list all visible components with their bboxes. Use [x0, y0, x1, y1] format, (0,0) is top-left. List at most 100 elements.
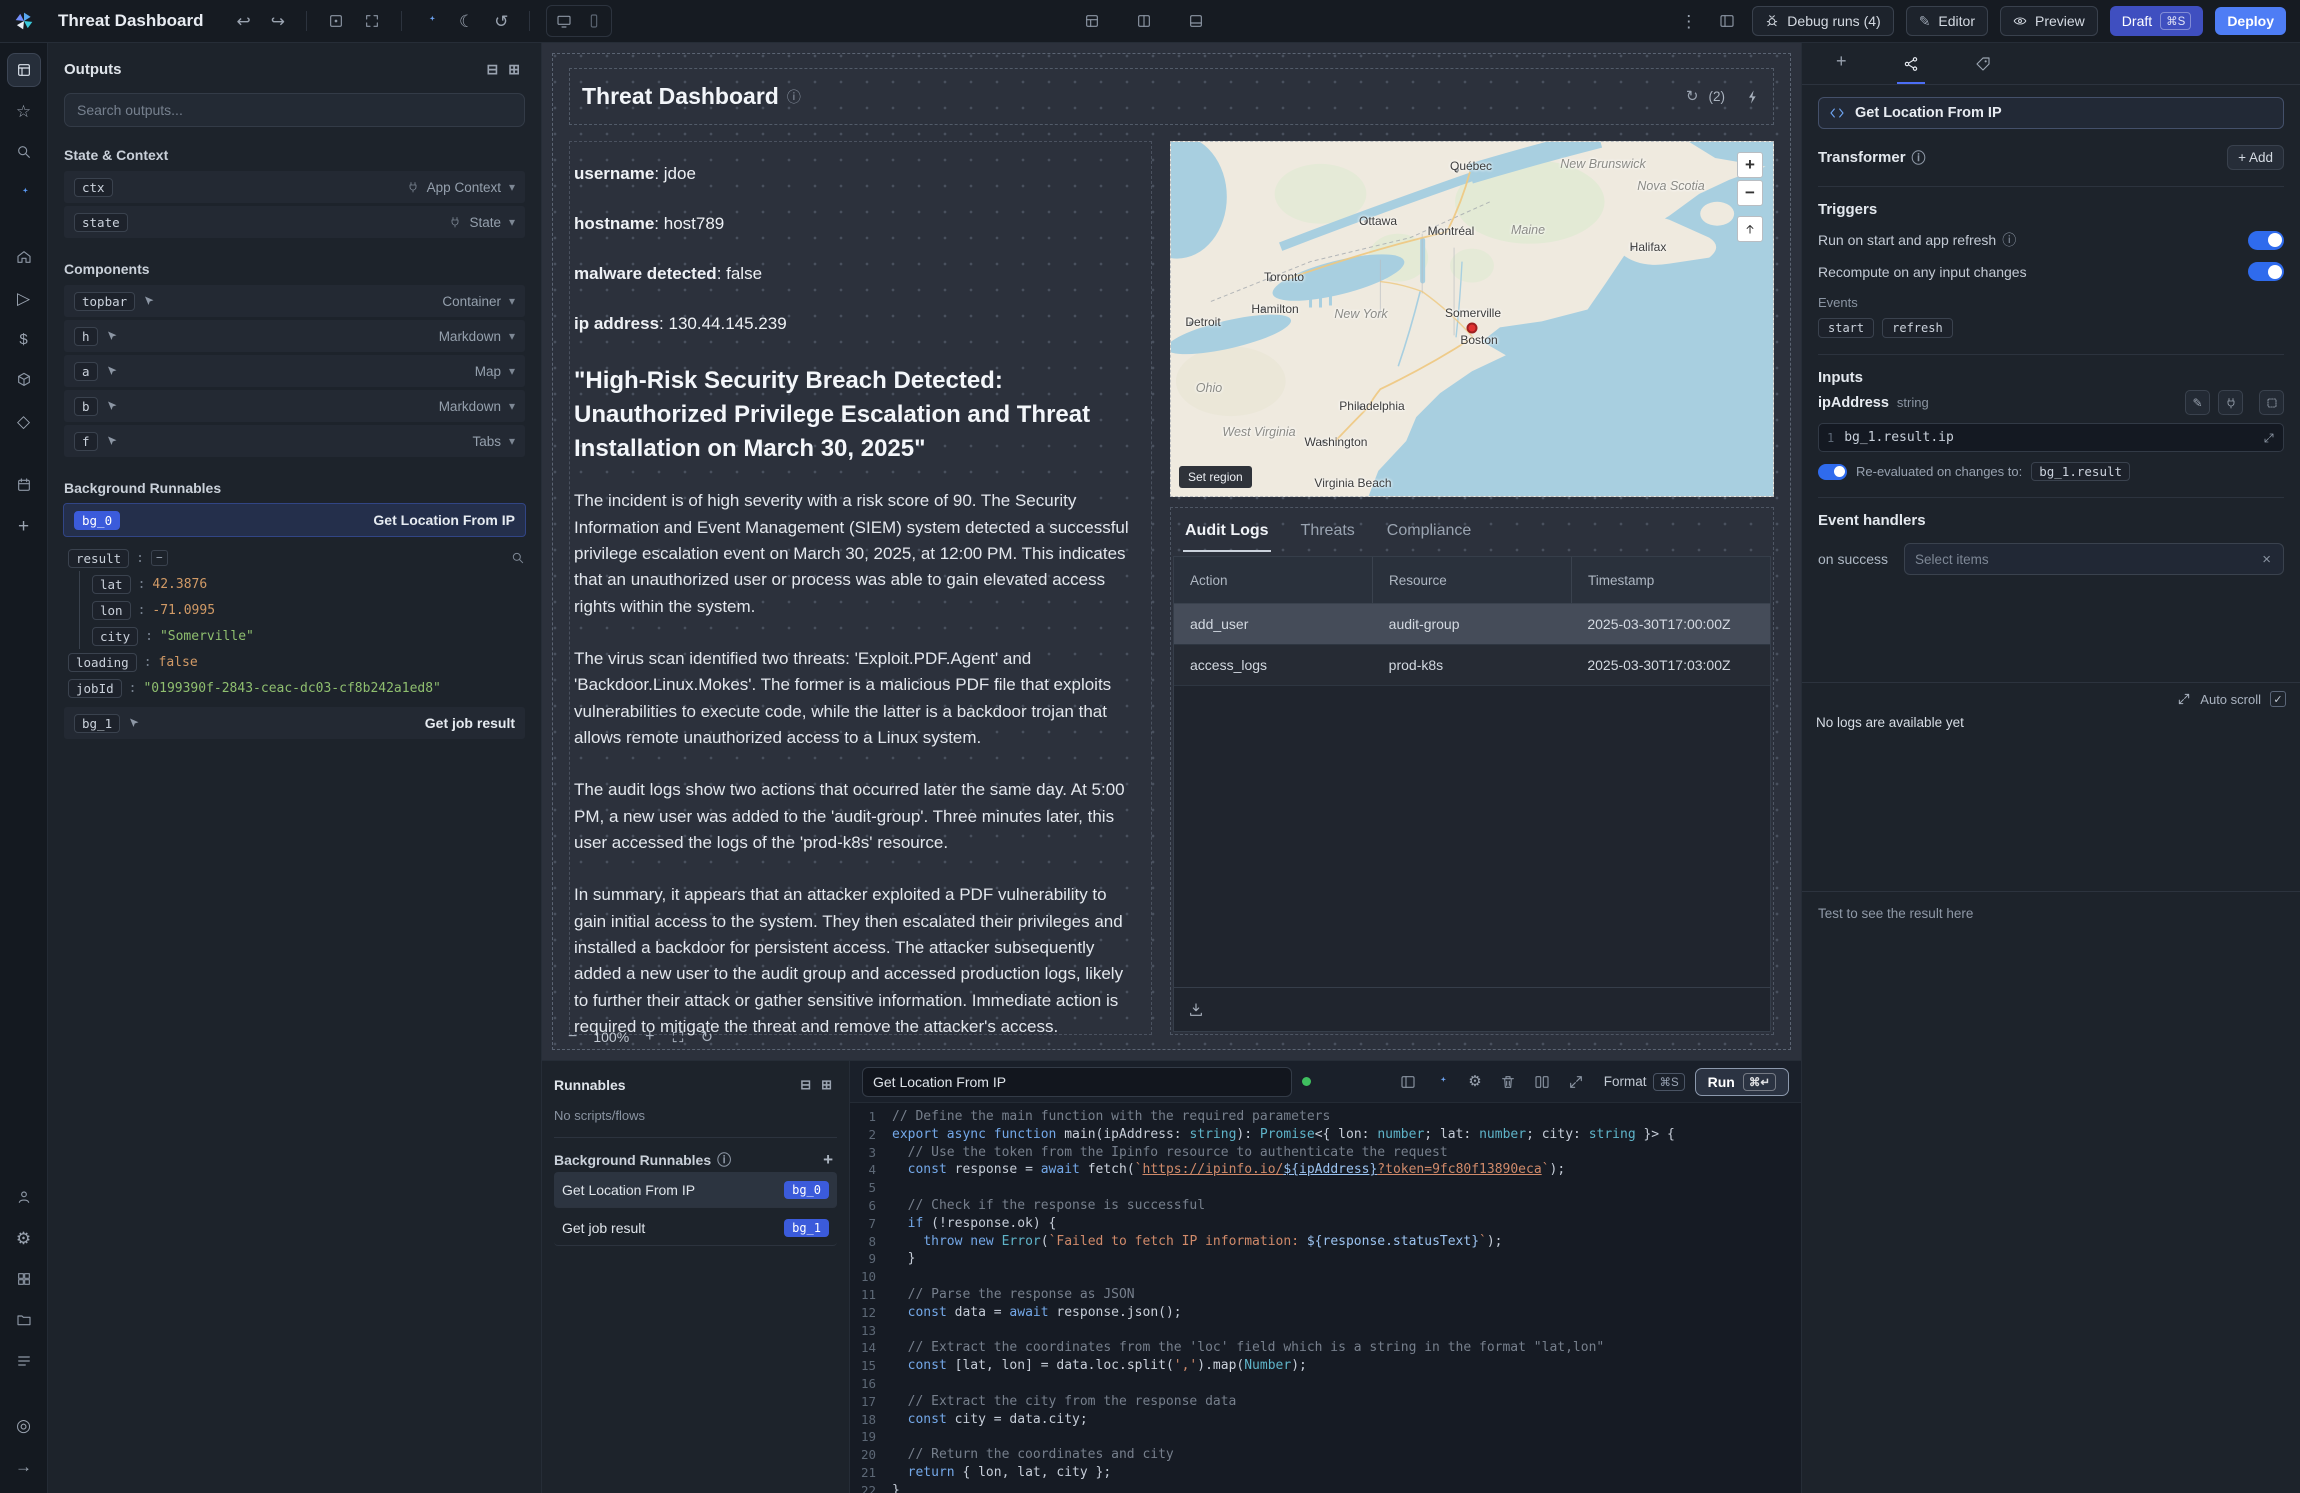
desktop-icon[interactable] [551, 8, 577, 34]
tab-compliance[interactable]: Compliance [1385, 516, 1473, 552]
mouse-pointer-icon[interactable] [106, 400, 118, 412]
mouse-pointer-icon[interactable] [106, 435, 118, 447]
magic-wand-icon[interactable] [418, 8, 444, 34]
recompute-toggle[interactable] [2248, 262, 2284, 281]
map-zoom-out-button[interactable]: − [1737, 180, 1763, 206]
tab-insert[interactable]: + [1830, 52, 1853, 84]
map-fit-button[interactable] [1737, 216, 1763, 242]
code-line[interactable]: 21 return { lon, lat, city }; [850, 1464, 1801, 1482]
reeval-toggle[interactable] [1818, 464, 1847, 480]
diff-icon[interactable] [1530, 1070, 1554, 1094]
reeval-dependency-chip[interactable]: bg_1.result [2031, 462, 2130, 481]
add-runnable-button[interactable]: + [819, 1150, 837, 1170]
code-line[interactable]: 15 const [lat, lon] = data.loc.split(','… [850, 1357, 1801, 1375]
mouse-pointer-icon[interactable] [143, 295, 155, 307]
rail-settings-icon[interactable]: ⚙ [7, 1221, 41, 1255]
run-button[interactable]: Run ⌘↵ [1695, 1068, 1789, 1096]
rail-folders-icon[interactable] [7, 1303, 41, 1337]
grid-layout-icon[interactable] [1079, 8, 1105, 34]
code-line[interactable]: 2 export async function main(ipAddress: … [850, 1126, 1801, 1144]
ai-assistant-icon[interactable] [1430, 1070, 1454, 1094]
library-icon[interactable] [1396, 1070, 1420, 1094]
selected-component-box[interactable]: Get Location From IP [1818, 97, 2284, 129]
rail-home-icon[interactable] [7, 240, 41, 274]
runnable-name-input[interactable] [862, 1067, 1292, 1097]
split-layout-icon[interactable] [1131, 8, 1157, 34]
run-on-start-toggle[interactable] [2248, 231, 2284, 250]
draft-button[interactable]: Draft ⌘S [2110, 6, 2204, 36]
column-header-action[interactable]: Action [1174, 557, 1372, 603]
collapse-all-icon[interactable]: ⊟ [482, 57, 504, 81]
outputs-search-input[interactable] [64, 93, 525, 127]
dock-panel-icon[interactable]: ⊟ [795, 1073, 816, 1096]
panel-layout-icon[interactable] [1183, 8, 1209, 34]
code-line[interactable]: 3 // Use the token from the Ipinfo resou… [850, 1144, 1801, 1162]
output-row-ctx[interactable]: ctx App Context ▾ [64, 171, 525, 203]
editor-button[interactable]: ✎ Editor [1906, 6, 1988, 36]
static-mode-icon[interactable]: ✎ [2185, 390, 2210, 415]
code-line[interactable]: 1 // Define the main function with the r… [850, 1108, 1801, 1126]
code-line[interactable]: 6 // Check if the response is successful [850, 1197, 1801, 1215]
theme-moon-icon[interactable]: ☾ [454, 8, 479, 35]
debug-runs-button[interactable]: Debug runs (4) [1752, 6, 1893, 36]
code-line[interactable]: 11 // Parse the response as JSON [850, 1286, 1801, 1304]
mobile-icon[interactable] [581, 8, 607, 34]
zoom-out-button[interactable]: − [568, 1028, 577, 1046]
column-header-resource[interactable]: Resource [1372, 557, 1571, 603]
result-field-jobid[interactable]: jobId : "0199390f-2843-ceac-dc03-cf8b242… [68, 675, 525, 701]
runnable-item-bg-0[interactable]: Get Location From IP bg_0 [554, 1172, 837, 1208]
markdown-component[interactable]: username: jdoe hostname: host789 malware… [569, 141, 1152, 1035]
result-field-lon[interactable]: lon : -71.0995 [92, 597, 525, 623]
reset-zoom-icon[interactable]: ↻ [701, 1028, 714, 1046]
rail-workers-icon[interactable] [7, 1262, 41, 1296]
mouse-pointer-icon[interactable] [106, 365, 118, 377]
code-line[interactable]: 13 [850, 1322, 1801, 1340]
bg1-output-row[interactable]: bg_1 Get job result [64, 707, 525, 739]
panel-dock-icon[interactable]: ⊞ [503, 57, 525, 81]
rail-apps-icon[interactable] [7, 53, 41, 87]
chevron-down-icon[interactable]: ▾ [509, 434, 515, 448]
expand-expression-icon[interactable] [2263, 432, 2275, 444]
map-zoom-in-button[interactable]: + [1737, 152, 1763, 178]
editor-settings-icon[interactable]: ⚙ [1464, 1070, 1485, 1093]
recompute-bolt-icon[interactable] [1745, 89, 1761, 105]
code-area[interactable]: 1 // Define the main function with the r… [850, 1103, 1801, 1493]
fit-view-icon[interactable] [359, 8, 385, 34]
rail-resources-icon[interactable] [7, 363, 41, 397]
code-line[interactable]: 5 [850, 1179, 1801, 1197]
code-line[interactable]: 16 [850, 1375, 1801, 1393]
redo-icon[interactable]: ↪ [266, 8, 290, 35]
set-region-button[interactable]: Set region [1179, 466, 1252, 488]
search-json-icon[interactable] [511, 551, 525, 565]
mouse-pointer-icon[interactable] [106, 330, 118, 342]
docs-panel-icon[interactable] [1714, 8, 1740, 34]
result-field-loading[interactable]: loading : false [68, 649, 525, 675]
rail-runs-icon[interactable]: ▷ [7, 281, 41, 315]
expand-editor-icon[interactable] [1564, 1070, 1588, 1094]
result-field-city[interactable]: city : "Somerville" [92, 623, 525, 649]
tab-settings[interactable] [1897, 56, 1925, 84]
mouse-pointer-icon[interactable] [128, 717, 140, 729]
download-icon[interactable] [1188, 1002, 1204, 1018]
chevron-down-icon[interactable]: ▾ [509, 329, 515, 343]
component-row-topbar[interactable]: topbar Container ▾ [64, 285, 525, 317]
result-root-row[interactable]: result : − [68, 545, 525, 571]
preview-button[interactable]: Preview [2000, 6, 2098, 36]
clear-select-icon[interactable]: × [2260, 551, 2273, 568]
app-canvas[interactable]: Threat Dashboard ⓘ ↻ (2) username: jdoe … [542, 43, 1801, 1060]
chevron-down-icon[interactable]: ▾ [509, 294, 515, 308]
rail-logout-icon[interactable]: → [7, 1449, 41, 1483]
history-icon[interactable]: ↺ [489, 8, 513, 35]
rail-search-icon[interactable] [7, 135, 41, 169]
map-marker[interactable] [1467, 323, 1478, 334]
code-line[interactable]: 22 } [850, 1482, 1801, 1493]
runnable-item-bg-1[interactable]: Get job result bg_1 [554, 1210, 837, 1246]
result-field-lat[interactable]: lat : 42.3876 [92, 571, 525, 597]
tab-audit-logs[interactable]: Audit Logs [1183, 516, 1271, 552]
code-line[interactable]: 12 const data = await response.json(); [850, 1304, 1801, 1322]
map-component[interactable]: Québec New Brunswick Nova Scotia Ottawa … [1170, 141, 1774, 497]
column-header-timestamp[interactable]: Timestamp [1571, 557, 1770, 603]
deploy-button[interactable]: Deploy [2215, 7, 2286, 35]
input-expression-editor[interactable]: 1 bg_1.result.ip [1818, 423, 2284, 452]
code-line[interactable]: 20 // Return the coordinates and city [850, 1446, 1801, 1464]
